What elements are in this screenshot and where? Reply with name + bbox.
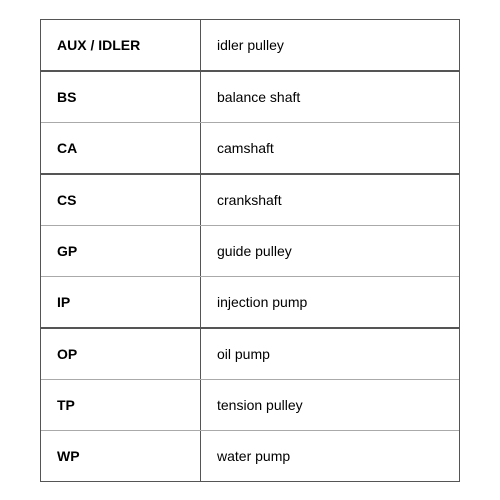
cell-code: IP bbox=[41, 277, 201, 327]
table-row: BSbalance shaft bbox=[41, 72, 459, 123]
cell-description: idler pulley bbox=[201, 20, 459, 70]
cell-code: TP bbox=[41, 380, 201, 430]
table-row: WPwater pump bbox=[41, 431, 459, 481]
cell-code: CS bbox=[41, 175, 201, 225]
table-row: OPoil pump bbox=[41, 329, 459, 380]
cell-code: OP bbox=[41, 329, 201, 379]
cell-description: camshaft bbox=[201, 123, 459, 173]
table-row: CScrankshaft bbox=[41, 175, 459, 226]
cell-code: GP bbox=[41, 226, 201, 276]
table-row: IPinjection pump bbox=[41, 277, 459, 329]
cell-description: crankshaft bbox=[201, 175, 459, 225]
abbreviation-table: AUX / IDLERidler pulleyBSbalance shaftCA… bbox=[40, 19, 460, 482]
table-row: TPtension pulley bbox=[41, 380, 459, 431]
cell-description: balance shaft bbox=[201, 72, 459, 122]
table-row: GPguide pulley bbox=[41, 226, 459, 277]
cell-code: CA bbox=[41, 123, 201, 173]
cell-description: water pump bbox=[201, 431, 459, 481]
table-row: CAcamshaft bbox=[41, 123, 459, 175]
table-row: AUX / IDLERidler pulley bbox=[41, 20, 459, 72]
cell-description: guide pulley bbox=[201, 226, 459, 276]
cell-description: injection pump bbox=[201, 277, 459, 327]
cell-description: tension pulley bbox=[201, 380, 459, 430]
cell-code: WP bbox=[41, 431, 201, 481]
cell-code: BS bbox=[41, 72, 201, 122]
cell-code: AUX / IDLER bbox=[41, 20, 201, 70]
cell-description: oil pump bbox=[201, 329, 459, 379]
